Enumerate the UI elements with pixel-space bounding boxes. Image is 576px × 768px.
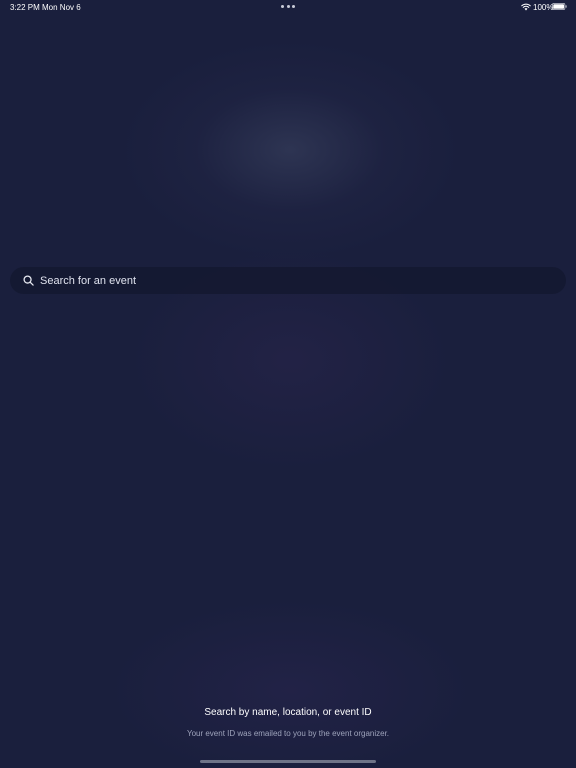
search-icon [23, 275, 34, 286]
dot [281, 5, 284, 8]
home-indicator[interactable] [200, 760, 376, 763]
dot [292, 5, 295, 8]
search-hint-title: Search by name, location, or event ID [204, 707, 372, 718]
battery-percentage: 100% [533, 3, 554, 12]
dot [286, 5, 290, 8]
status-date: Mon Nov 6 [42, 3, 81, 12]
status-time: 3:22 PM [10, 3, 40, 12]
multitasking-menu[interactable] [281, 5, 295, 9]
search-input[interactable] [40, 267, 550, 294]
battery-icon [552, 3, 567, 10]
wifi-icon [521, 3, 531, 11]
search-hint-subtitle: Your event ID was emailed to you by the … [186, 729, 390, 738]
search-bar[interactable] [10, 267, 566, 294]
status-bar: 3:22 PM Mon Nov 6 100% [0, 0, 576, 14]
app-screen: 3:22 PM Mon Nov 6 100% Search by name, l… [0, 0, 576, 768]
